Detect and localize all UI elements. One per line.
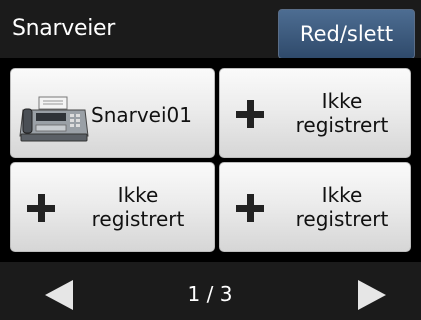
shortcut-tile-4-label: Ikke registrert — [295, 183, 389, 231]
arrow-right-icon[interactable] — [358, 280, 386, 310]
shortcut-tile-4[interactable]: Ikke registrert — [219, 162, 411, 252]
edit-delete-button[interactable]: Red/slett — [278, 9, 415, 59]
shortcut-tile-3-label: Ikke registrert — [91, 183, 185, 231]
arrow-left-icon[interactable] — [45, 280, 73, 310]
shortcut-tile-2[interactable]: Ikke registrert — [219, 68, 411, 158]
shortcut-tile-1-label: Snarvei01 — [91, 103, 192, 127]
page-title: Snarveier — [12, 16, 115, 41]
shortcut-tile-1[interactable]: Snarvei01 — [10, 68, 215, 158]
shortcut-tile-3[interactable]: Ikke registrert — [10, 162, 215, 252]
shortcut-grid: Snarvei01 Ikke registrert Ikke registrer… — [0, 58, 421, 262]
shortcut-tile-2-label: Ikke registrert — [295, 89, 389, 137]
header-bar: Snarveier Red/slett — [0, 0, 421, 59]
lcd-screen: Snarveier Red/slett Snarvei01 Ikke regis… — [0, 0, 421, 320]
plus-icon — [27, 194, 55, 222]
footer-bar: 1 / 3 — [0, 262, 421, 320]
fax-icon — [19, 96, 89, 142]
plus-icon — [236, 100, 264, 128]
page-indicator: 1 / 3 — [187, 282, 233, 306]
plus-icon — [236, 194, 264, 222]
